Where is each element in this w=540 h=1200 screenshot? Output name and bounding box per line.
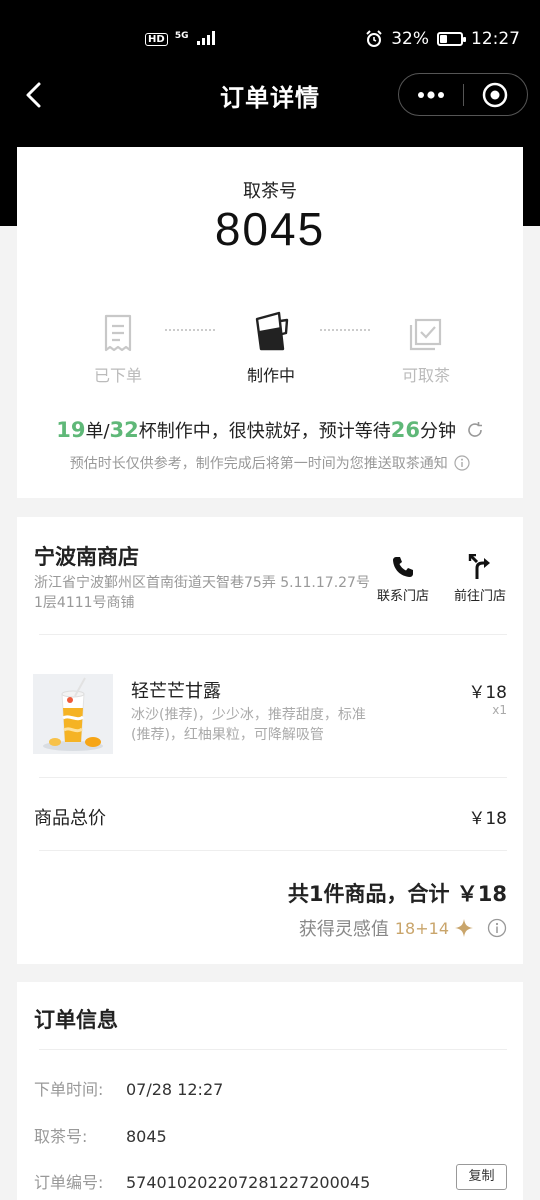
subtotal-value: ￥18 bbox=[468, 809, 507, 829]
battery-icon bbox=[437, 32, 466, 46]
order-time-row: 下单时间: 07/28 12:27 bbox=[34, 1076, 223, 1100]
order-info-card: 订单信息 下单时间: 07/28 12:27 取茶号: 8045 订单编号: 5740… bbox=[17, 982, 523, 1200]
progress-mid-text: 杯制作中，很快就好，预计等待 bbox=[138, 421, 391, 442]
divider bbox=[39, 634, 507, 635]
product-options: 冰沙(推荐)，少少冰，推荐甜度，标准(推荐)，红柚果粒，可降解吸管 bbox=[131, 707, 366, 743]
status-bar: HD 5G 32% 12:27 bbox=[0, 0, 540, 70]
order-info-title: 订单信息 bbox=[34, 1008, 118, 1032]
shaker-cup-icon bbox=[255, 311, 289, 351]
navigate-store-button[interactable]: 前往门店 bbox=[451, 553, 509, 604]
store-name: 宁波南商店 bbox=[34, 545, 139, 569]
pickup-card: 取茶号 8045 已下单 制作中 可取茶 19单/32杯制作中，很快就好，预计等… bbox=[17, 147, 523, 498]
info-icon[interactable] bbox=[487, 918, 507, 938]
product-image bbox=[33, 674, 113, 754]
step-connector bbox=[165, 329, 215, 331]
signal-indicator: HD 5G bbox=[145, 31, 215, 46]
points-earned: 获得灵感值 18+14 bbox=[299, 915, 507, 941]
product-name: 轻芒芒甘露 bbox=[131, 681, 221, 702]
hd-badge: HD bbox=[145, 33, 168, 46]
row-key: 订单编号: bbox=[34, 1173, 104, 1192]
refresh-icon[interactable] bbox=[466, 421, 484, 439]
clock: 12:27 bbox=[471, 29, 520, 49]
step-label: 制作中 bbox=[246, 366, 295, 385]
route-arrow-icon bbox=[468, 554, 490, 579]
row-key: 取茶号: bbox=[34, 1127, 88, 1146]
step-label: 可取茶 bbox=[401, 366, 450, 385]
receipt-icon bbox=[104, 314, 132, 352]
mango-drink-image bbox=[33, 674, 113, 754]
battery-percent: 32% bbox=[391, 29, 429, 49]
alarm-icon bbox=[366, 30, 382, 47]
more-button[interactable] bbox=[399, 74, 463, 115]
order-time: 07/28 12:27 bbox=[126, 1080, 224, 1099]
points-label: 获得灵感值 bbox=[298, 919, 389, 940]
step-label: 已下单 bbox=[93, 366, 142, 385]
network-type: 5G bbox=[174, 31, 189, 41]
check-card-icon bbox=[409, 318, 442, 351]
order-id-row: 订单编号: 5740102022072812272000​45 bbox=[34, 1169, 370, 1193]
copy-order-id-button[interactable]: 复制 bbox=[456, 1164, 507, 1190]
product-price: ￥18 bbox=[468, 683, 507, 703]
estimate-note-text: 预估时长仅供参考，制作完成后将第一时间为您推送取茶通知 bbox=[69, 456, 448, 472]
order-card: 宁波南商店 浙江省宁波鄞州区首南街道天智巷75弄 5.11.17.27号1层41… bbox=[17, 517, 523, 964]
signal-bars-icon bbox=[196, 31, 215, 45]
wait-minutes: 26 bbox=[390, 418, 421, 442]
subtotal-label: 商品总价 bbox=[34, 808, 106, 829]
navigate-store-label: 前往门店 bbox=[453, 589, 506, 604]
pickup-number: 8045 bbox=[214, 203, 326, 255]
divider bbox=[39, 850, 507, 851]
contact-store-label: 联系门店 bbox=[376, 589, 429, 604]
divider bbox=[39, 1049, 507, 1050]
progress-text: 19单/32杯制作中，很快就好，预计等待26分钟 bbox=[17, 417, 523, 443]
divider bbox=[39, 777, 507, 778]
estimate-note: 预估时长仅供参考，制作完成后将第一时间为您推送取茶通知 bbox=[17, 453, 523, 473]
minutes-unit: 分钟 bbox=[420, 421, 457, 442]
contact-store-button[interactable]: 联系门店 bbox=[375, 553, 431, 604]
step-ordered: 已下单 bbox=[63, 309, 173, 386]
phone-icon bbox=[393, 557, 413, 577]
sparkle-icon bbox=[455, 919, 473, 937]
row-key: 下单时间: bbox=[34, 1080, 104, 1099]
orders-count: 19 bbox=[56, 418, 86, 442]
cups-count: 32 bbox=[109, 418, 139, 442]
order-total: 共1件商品，合计 ￥18 bbox=[287, 882, 507, 906]
pickup-number-row: 取茶号: 8045 bbox=[34, 1123, 167, 1147]
step-connector bbox=[320, 329, 370, 331]
pickup-number-value: 8045 bbox=[126, 1127, 167, 1146]
nav-bar: 订单详情 bbox=[0, 70, 540, 120]
close-mini-program-button[interactable] bbox=[464, 74, 528, 115]
orders-unit: 单/ bbox=[85, 421, 110, 442]
product-quantity: x1 bbox=[492, 703, 507, 717]
info-icon[interactable] bbox=[454, 455, 470, 471]
target-circle-icon bbox=[483, 82, 508, 107]
store-address: 浙江省宁波鄞州区首南街道天智巷75弄 5.11.17.27号1层4111号商铺 bbox=[34, 575, 370, 611]
step-making: 制作中 bbox=[216, 309, 326, 386]
step-ready: 可取茶 bbox=[371, 309, 481, 386]
pickup-label: 取茶号 bbox=[243, 181, 297, 202]
mini-program-capsule bbox=[398, 73, 528, 116]
more-dots-icon bbox=[417, 90, 444, 99]
points-value: 18+14 bbox=[394, 918, 449, 938]
order-id: 5740102022072812272000​45 bbox=[126, 1173, 371, 1192]
